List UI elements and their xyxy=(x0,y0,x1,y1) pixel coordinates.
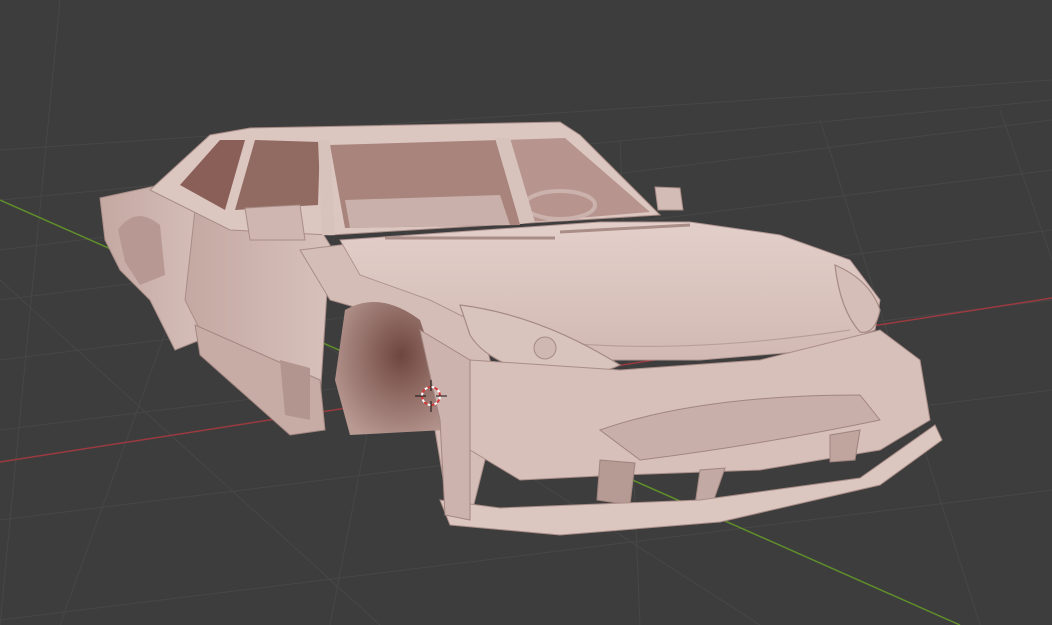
3d-viewport[interactable] xyxy=(0,0,1052,625)
viewport-canvas[interactable] xyxy=(0,0,1052,625)
car-model[interactable] xyxy=(99,121,943,536)
